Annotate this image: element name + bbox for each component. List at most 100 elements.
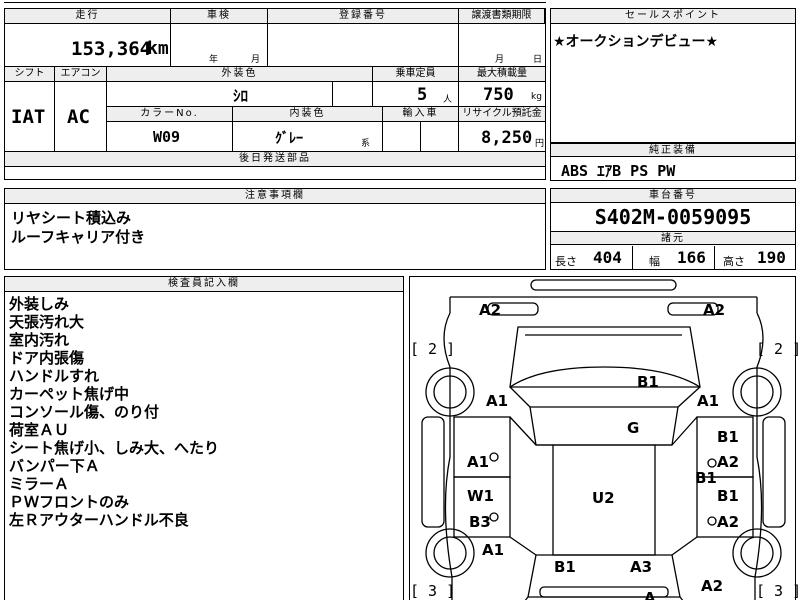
- max-load-value: 750: [483, 85, 514, 105]
- chassis-header: 車台番号: [551, 189, 795, 203]
- max-load-unit: kg: [531, 92, 542, 102]
- max-load-cell: 750 kg: [459, 82, 545, 107]
- transfer-deadline-header: 譲渡書類期限: [459, 9, 545, 24]
- import-header: 輸入車: [383, 107, 459, 122]
- aircon-header: エアコン: [55, 67, 107, 82]
- color-no-value: W09: [153, 128, 181, 146]
- inspector-note: 荷室ＡＵ: [9, 421, 70, 439]
- vehicle-spec-table: 走行 車検 登録番号 譲渡書類期限 153,364 km 年 月 月 日 シフト…: [4, 8, 546, 180]
- inspector-box: 検査員記入欄 外装しみ 天張汚れ大 室内汚れ ドア内張傷 ハンドルすれ カーペッ…: [4, 276, 404, 600]
- inspector-note: 外装しみ: [9, 295, 70, 313]
- height-value: 190: [757, 248, 786, 267]
- inspector-note: 室内汚れ: [9, 331, 70, 349]
- bracket-rear-right: [ 3 ]: [756, 582, 800, 600]
- registration-cell: [268, 24, 459, 67]
- color-no-cell: W09: [107, 122, 233, 152]
- recycle-value: 8,250: [481, 128, 533, 148]
- bracket-front-right: [ 2 ]: [756, 340, 800, 358]
- exterior-color-extra-cell: [333, 82, 373, 107]
- car-diagram: [421, 279, 786, 600]
- width-label: 幅: [649, 255, 660, 268]
- aircon-cell: AC: [55, 82, 107, 152]
- damage-label: B3: [469, 513, 491, 531]
- inspector-note: ＰＷフロントのみ: [9, 493, 130, 511]
- chassis-number: S402M-0059095: [594, 205, 752, 229]
- aircon-value: AC: [67, 106, 90, 128]
- height-label: 高さ: [723, 255, 745, 268]
- mileage-value: 153,364: [71, 38, 152, 60]
- exterior-color-header: 外装色: [107, 67, 373, 82]
- damage-label: A1: [486, 392, 509, 410]
- recycle-cell: 8,250 円: [459, 122, 545, 152]
- damage-label: A: [644, 589, 656, 600]
- bracket-front-left: [ 2 ]: [410, 340, 456, 358]
- inspector-note: カーペット焦げ中: [9, 385, 130, 403]
- exterior-color-cell: ｼﾛ: [107, 82, 333, 107]
- caution-header: 注意事項欄: [5, 189, 545, 204]
- registration-header: 登録番号: [268, 9, 459, 24]
- transfer-deadline-cell: 月 日: [459, 24, 545, 67]
- inspector-notes: 外装しみ 天張汚れ大 室内汚れ ドア内張傷 ハンドルすれ カーペット焦げ中 コン…: [9, 295, 219, 529]
- capacity-value: 5: [417, 85, 428, 105]
- interior-color-header: 内装色: [233, 107, 383, 122]
- specs-header: 諸元: [551, 231, 795, 245]
- damage-label: A2: [701, 577, 724, 595]
- damage-label: A1: [697, 392, 720, 410]
- damage-label: B1: [717, 487, 739, 505]
- inspector-note: シート焦げ小、しみ大、へたり: [9, 439, 220, 457]
- inspector-note: ドア内張傷: [9, 349, 85, 367]
- damage-label: A1: [467, 453, 490, 471]
- inspection-header: 車検: [171, 9, 268, 24]
- length-value: 404: [593, 248, 622, 267]
- damage-label: W1: [467, 487, 494, 505]
- equipment-text: ABS ｴｱB PS PW: [561, 162, 676, 180]
- length-cell: 長さ 404: [551, 246, 633, 269]
- damage-label: A1: [482, 541, 505, 559]
- width-value: 166: [677, 248, 706, 267]
- sales-point-text: ★オークションデビュー★: [553, 34, 719, 50]
- inspector-note: ミラーＡ: [9, 475, 70, 493]
- chassis-box: 車台番号 S402M-0059095 諸元 長さ 404 幅 166 高さ 19…: [550, 188, 796, 270]
- interior-color-cell: ｸﾞﾚｰ 系: [233, 122, 383, 152]
- damage-label: B1: [637, 373, 659, 391]
- mileage-cell: 153,364 km: [5, 24, 171, 67]
- mileage-unit: km: [147, 38, 169, 59]
- damage-label: G: [627, 419, 640, 437]
- later-parts-header: 後日発送部品: [5, 152, 545, 167]
- equipment-box: 純正装備 ABS ｴｱB PS PW: [550, 143, 796, 181]
- inspector-note: コンソール傷、のり付: [9, 403, 160, 421]
- color-no-header: カラーNo.: [107, 107, 233, 122]
- shift-value: IAT: [11, 106, 46, 128]
- inspector-note: 左Ｒアウターハンドル不良: [9, 511, 189, 529]
- inspector-note: ハンドルすれ: [9, 367, 100, 385]
- damage-label: B1: [554, 558, 576, 576]
- shift-header: シフト: [5, 67, 55, 82]
- interior-color-suffix: 系: [361, 139, 371, 149]
- damage-label: A2: [479, 301, 502, 319]
- inspection-year: 年: [209, 55, 219, 65]
- inspection-cell: 年 月: [171, 24, 268, 67]
- sales-point-header: セールスポイント: [551, 9, 795, 24]
- capacity-unit: 人: [443, 95, 453, 105]
- damage-label: A2: [703, 301, 726, 319]
- car-diagram-box: [ 2 ] [ 2 ] [ 3 ] [ 3 ] A2 A2 B1 A1 A1 G…: [409, 276, 800, 600]
- shift-cell: IAT: [5, 82, 55, 152]
- inspector-header: 検査員記入欄: [5, 277, 403, 292]
- recycle-header: リサイクル預託金: [459, 107, 545, 122]
- exterior-color-value: ｼﾛ: [233, 87, 249, 105]
- inspection-month: 月: [251, 55, 261, 65]
- caution-box: 注意事項欄 リヤシート積込み ルーフキャリア付き: [4, 188, 546, 270]
- damage-label: U2: [592, 489, 615, 507]
- mileage-header: 走行: [5, 9, 171, 24]
- import-cell-a: [383, 122, 421, 152]
- recycle-unit: 円: [535, 139, 545, 149]
- capacity-cell: 5 人: [373, 82, 459, 107]
- inspector-note: 天張汚れ大: [9, 313, 85, 331]
- transfer-month: 月: [495, 55, 505, 65]
- damage-label: B1: [695, 469, 717, 487]
- max-load-header: 最大積載量: [459, 67, 545, 82]
- caution-line-1: リヤシート積込み: [11, 209, 132, 227]
- length-label: 長さ: [555, 255, 577, 268]
- capacity-header: 乗車定員: [373, 67, 459, 82]
- damage-label: A2: [717, 513, 740, 531]
